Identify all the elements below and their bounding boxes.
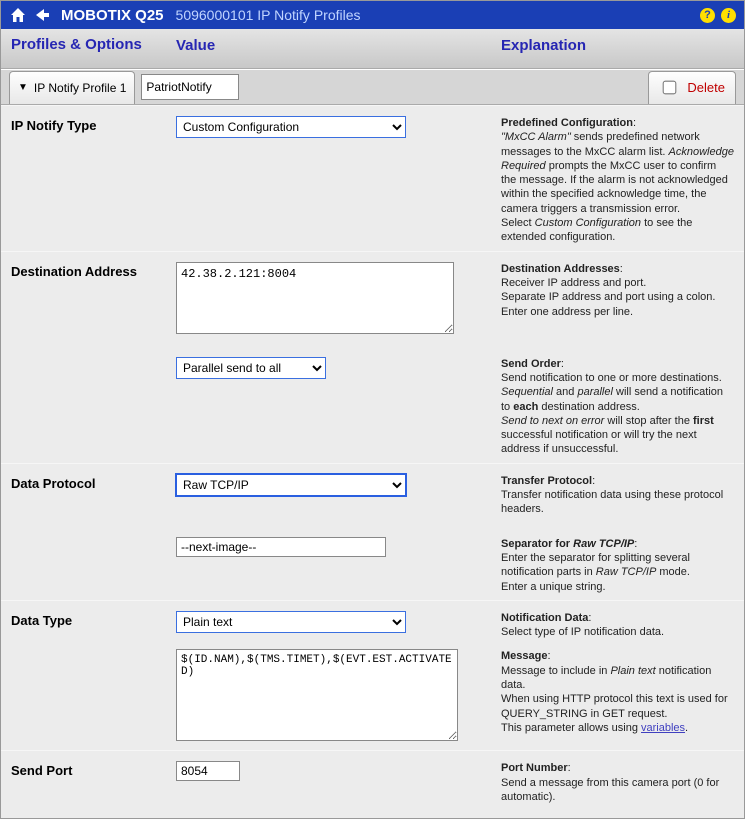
column-headers: Profiles & Options Value Explanation: [1, 29, 744, 69]
delete-label[interactable]: Delete: [687, 80, 725, 95]
page-title: 5096000101 IP Notify Profiles: [176, 7, 361, 23]
row-ip-notify-type: IP Notify Type Custom Configuration Pred…: [1, 105, 744, 251]
label-send-port: Send Port: [11, 761, 176, 804]
brand-title: MOBOTIX Q25: [61, 7, 164, 24]
select-data-type[interactable]: Plain text: [176, 611, 406, 633]
expl-message: Message: Message to include in Plain tex…: [501, 649, 734, 744]
row-separator: Separator for Raw TCP/IP: Enter the sepa…: [1, 523, 744, 600]
textarea-destination[interactable]: 42.38.2.121:8004: [176, 262, 454, 334]
home-icon[interactable]: [9, 7, 27, 23]
input-send-port[interactable]: [176, 761, 240, 781]
row-send-port: Send Port Port Number: Send a message fr…: [1, 750, 744, 818]
col-header-explanation: Explanation: [501, 37, 734, 54]
expl-data-type: Notification Data: Select type of IP not…: [501, 611, 734, 640]
back-icon[interactable]: [33, 7, 51, 23]
expl-data-protocol: Transfer Protocol: Transfer notification…: [501, 474, 734, 517]
row-destination: Destination Address 42.38.2.121:8004 Des…: [1, 251, 744, 343]
input-separator[interactable]: [176, 537, 386, 557]
expl-send-order: Send Order: Send notification to one or …: [501, 347, 734, 457]
expl-destination: Destination Addresses: Receiver IP addre…: [501, 262, 734, 337]
label-data-protocol: Data Protocol: [11, 474, 176, 517]
profile-tab-label: IP Notify Profile 1: [34, 81, 126, 95]
expl-separator: Separator for Raw TCP/IP: Enter the sepa…: [501, 527, 734, 594]
row-message: $(ID.NAM),$(TMS.TIMET),$(EVT.EST.ACTIVAT…: [1, 645, 744, 750]
delete-checkbox[interactable]: [663, 81, 677, 95]
label-destination: Destination Address: [11, 262, 176, 337]
expl-ip-notify-type: Predefined Configuration: "MxCC Alarm" s…: [501, 116, 734, 245]
row-data-type: Data Type Plain text Notification Data: …: [1, 600, 744, 646]
label-ip-notify-type: IP Notify Type: [11, 116, 176, 245]
help-icon[interactable]: ?: [700, 8, 715, 23]
link-variables[interactable]: variables: [641, 722, 685, 734]
profile-name-input[interactable]: [141, 74, 239, 100]
textarea-message[interactable]: $(ID.NAM),$(TMS.TIMET),$(EVT.EST.ACTIVAT…: [176, 649, 458, 741]
form-body: IP Notify Type Custom Configuration Pred…: [1, 105, 744, 818]
info-icon[interactable]: i: [721, 8, 736, 23]
col-header-value: Value: [176, 37, 501, 54]
profile-tab[interactable]: ▼ IP Notify Profile 1: [9, 71, 135, 104]
profile-tab-row: ▼ IP Notify Profile 1 Delete: [1, 69, 744, 105]
titlebar: MOBOTIX Q25 5096000101 IP Notify Profile…: [1, 1, 744, 29]
row-send-order: Parallel send to all Send Order: Send no…: [1, 343, 744, 463]
select-data-protocol[interactable]: Raw TCP/IP: [176, 474, 406, 496]
delete-profile-box: Delete: [648, 71, 736, 104]
row-data-protocol: Data Protocol Raw TCP/IP Transfer Protoc…: [1, 463, 744, 523]
expl-send-port: Port Number: Send a message from this ca…: [501, 761, 734, 804]
select-send-order[interactable]: Parallel send to all: [176, 357, 326, 379]
app-window: MOBOTIX Q25 5096000101 IP Notify Profile…: [0, 0, 745, 819]
select-ip-notify-type[interactable]: Custom Configuration: [176, 116, 406, 138]
label-data-type: Data Type: [11, 611, 176, 640]
caret-down-icon: ▼: [18, 82, 28, 93]
col-header-profiles: Profiles & Options: [11, 37, 176, 54]
